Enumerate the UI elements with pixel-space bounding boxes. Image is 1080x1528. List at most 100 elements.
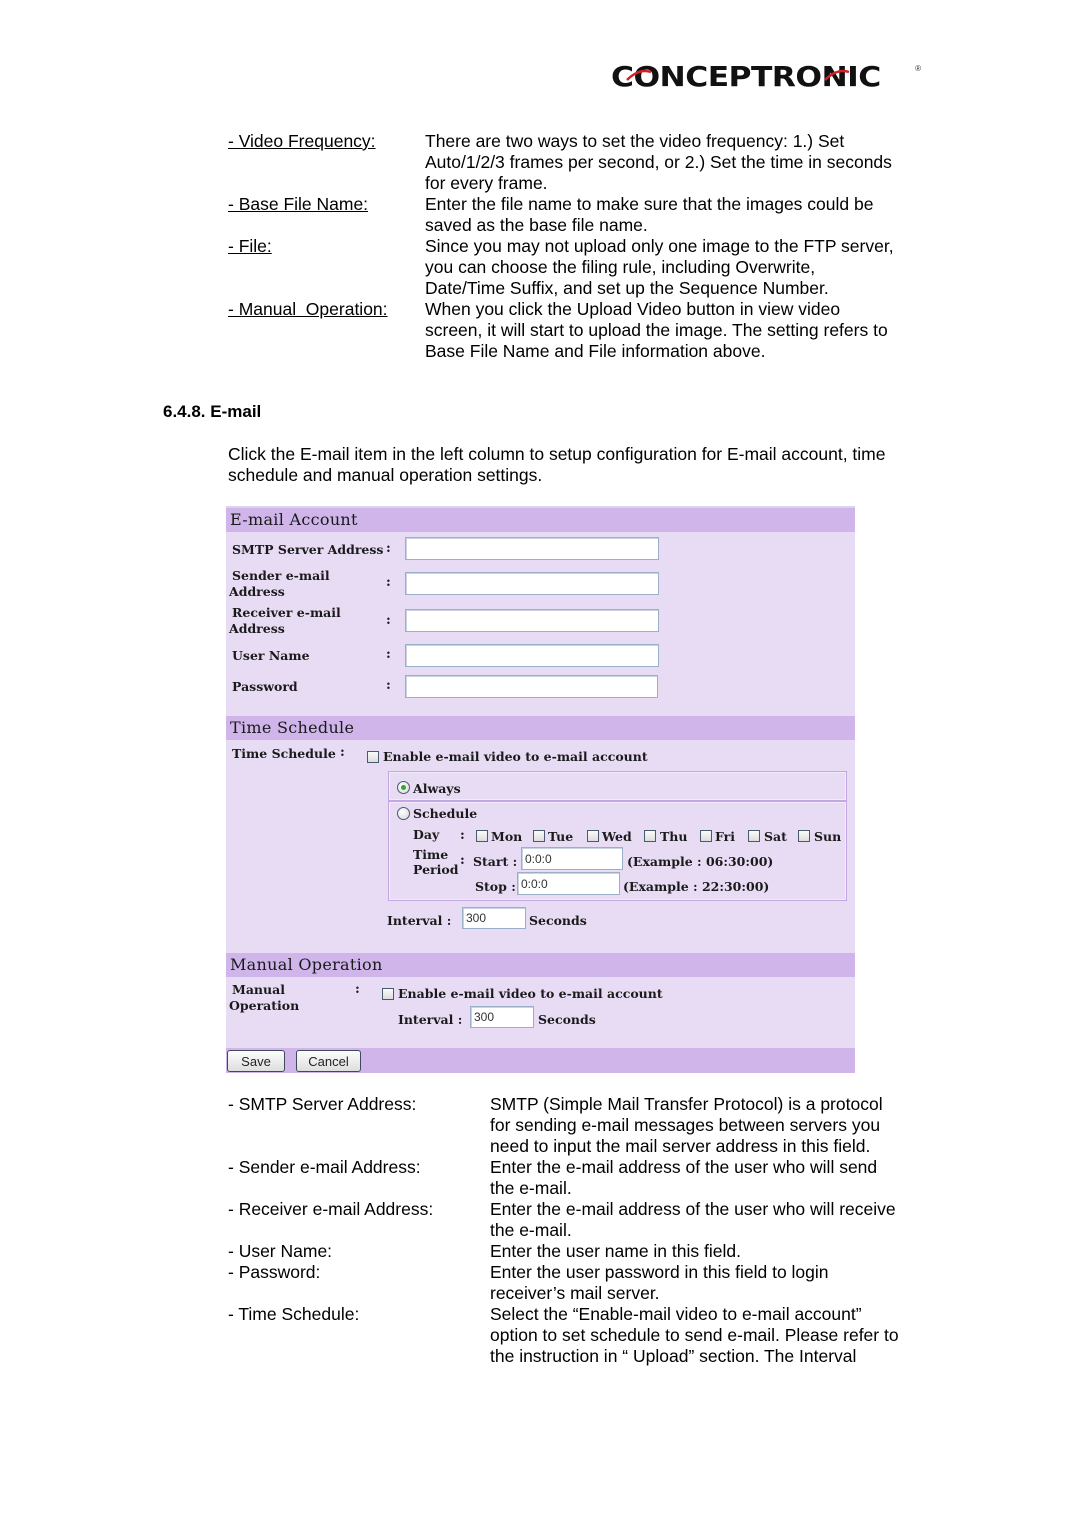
logo-swoosh-icon <box>626 69 850 81</box>
time-period-label: Time <box>413 847 449 862</box>
definition-term: - Time Schedule: <box>228 1304 360 1324</box>
enable-manual-operation-label: Enable e-mail video to e-mail account <box>398 986 663 1001</box>
desc-line: When you click the Upload Video button i… <box>425 299 841 319</box>
day-checkbox-sun[interactable] <box>798 830 810 842</box>
schedule-radio[interactable] <box>397 807 410 820</box>
desc-line: option to set schedule to send e-mail. P… <box>490 1325 899 1345</box>
receiver-email-input[interactable] <box>405 609 659 632</box>
desc-line: the instruction in “ Upload” section. Th… <box>490 1346 857 1366</box>
definition-row: - Receiver e-mail Address: Enter the e-m… <box>228 1199 928 1241</box>
day-label-sat: Sat <box>764 829 787 844</box>
always-radio[interactable] <box>397 781 410 794</box>
definition-desc: Enter the e-mail address of the user who… <box>490 1199 928 1241</box>
sender-email-input[interactable] <box>405 572 659 595</box>
user-name-label: User Name <box>232 648 310 663</box>
definition-term: - Password: <box>228 1262 321 1282</box>
desc-line: Enter the file name to make sure that th… <box>425 194 874 214</box>
enable-manual-operation-checkbox[interactable] <box>382 988 394 1000</box>
definition-row: - Time Schedule: Select the “Enable-mail… <box>228 1304 928 1367</box>
desc-line: Select the “Enable-mail video to e-mail … <box>490 1304 862 1324</box>
manual-operation-header: Manual Operation <box>226 953 855 977</box>
receiver-email-label-2: Address <box>229 621 285 636</box>
intro-line: Click the E-mail item in the left column… <box>228 444 886 464</box>
definition-row: - Password: Enter the user password in t… <box>228 1262 928 1304</box>
day-label-wed: Wed <box>602 829 632 844</box>
day-checkbox-tue[interactable] <box>533 830 545 842</box>
manual-interval-input[interactable] <box>470 1006 534 1028</box>
day-label-tue: Tue <box>548 829 574 844</box>
manual-operation-label-2: Operation <box>229 998 300 1013</box>
start-label: Start : <box>473 854 518 869</box>
interval-unit: Seconds <box>529 913 587 928</box>
colon: : <box>386 541 391 556</box>
time-schedule-interval-input[interactable] <box>462 907 526 929</box>
definition-desc: SMTP (Simple Mail Transfer Protocol) is … <box>490 1094 928 1157</box>
start-time-input[interactable] <box>521 847 623 870</box>
save-button[interactable]: Save <box>227 1050 285 1072</box>
time-schedule-header: Time Schedule <box>226 716 855 740</box>
desc-line: the e-mail. <box>490 1220 572 1240</box>
desc-line: Base File Name and File information abov… <box>425 341 766 361</box>
definition-row: - Base File Name: Enter the file name to… <box>228 194 928 236</box>
registered-mark: ® <box>915 64 921 73</box>
definition-term: - Video Frequency: <box>228 131 376 151</box>
definition-row: - SMTP Server Address: SMTP (Simple Mail… <box>228 1094 928 1157</box>
desc-line: for every frame. <box>425 173 548 193</box>
definition-desc: Since you may not upload only one image … <box>425 236 928 299</box>
user-name-input[interactable] <box>405 644 659 667</box>
desc-line: Auto/1/2/3 frames per second, or 2.) Set… <box>425 152 892 172</box>
conceptronic-logo: CONCEPTRONIC ® <box>611 60 921 94</box>
definition-term: - User Name: <box>228 1241 333 1261</box>
section-intro: Click the E-mail item in the left column… <box>228 444 928 486</box>
definition-desc: Enter the user name in this field. <box>490 1241 928 1262</box>
definition-term: - File: <box>228 236 272 256</box>
colon: : <box>355 982 360 997</box>
smtp-server-label: SMTP Server Address <box>232 542 384 557</box>
password-input[interactable] <box>405 675 658 698</box>
day-checkbox-thu[interactable] <box>644 830 656 842</box>
definition-row: - Sender e-mail Address: Enter the e-mai… <box>228 1157 928 1199</box>
colon: : <box>460 853 465 868</box>
definition-row: - User Name: Enter the user name in this… <box>228 1241 928 1262</box>
intro-line: schedule and manual operation settings. <box>228 465 543 485</box>
start-example: (Example : 06:30:00) <box>627 854 774 869</box>
definition-term: - Receiver e-mail Address: <box>228 1199 434 1219</box>
desc-line: Enter the e-mail address of the user who… <box>490 1157 878 1177</box>
definition-desc: Enter the e-mail address of the user who… <box>490 1157 928 1199</box>
manual-interval-unit: Seconds <box>538 1012 596 1027</box>
desc-line: receiver’s mail server. <box>490 1283 660 1303</box>
receiver-email-label: Receiver e-mail <box>232 605 341 620</box>
enable-time-schedule-checkbox[interactable] <box>367 751 379 763</box>
desc-line: Enter the user name in this field. <box>490 1241 741 1261</box>
day-label-fri: Fri <box>715 829 735 844</box>
desc-line: Enter the user password in this field to… <box>490 1262 829 1282</box>
colon: : <box>386 647 391 662</box>
definition-desc: Select the “Enable-mail video to e-mail … <box>490 1304 928 1367</box>
colon: : <box>340 745 345 760</box>
manual-operation-label: Manual <box>232 982 285 997</box>
smtp-server-input[interactable] <box>405 537 659 560</box>
day-checkbox-sat[interactable] <box>748 830 760 842</box>
colon: : <box>386 575 391 590</box>
desc-line: There are two ways to set the video freq… <box>425 131 845 151</box>
day-checkbox-wed[interactable] <box>587 830 599 842</box>
email-definitions: - SMTP Server Address: SMTP (Simple Mail… <box>228 1094 928 1367</box>
cancel-button[interactable]: Cancel <box>296 1050 361 1072</box>
day-label-mon: Mon <box>491 829 523 844</box>
desc-line: Since you may not upload only one image … <box>425 236 894 256</box>
day-checkbox-fri[interactable] <box>700 830 712 842</box>
day-checkbox-mon[interactable] <box>476 830 488 842</box>
stop-time-input[interactable] <box>517 872 620 895</box>
password-label: Password <box>232 679 298 694</box>
section-heading: 6.4.8. E-mail <box>163 402 262 421</box>
desc-line: need to input the mail server address in… <box>490 1136 871 1156</box>
definition-desc: Enter the user password in this field to… <box>490 1262 928 1304</box>
desc-line: SMTP (Simple Mail Transfer Protocol) is … <box>490 1094 883 1114</box>
email-settings-panel: E-mail Account SMTP Server Address : Sen… <box>226 506 855 1073</box>
day-label-sun: Sun <box>814 829 842 844</box>
always-label: Always <box>413 781 461 796</box>
sender-email-label: Sender e-mail <box>232 568 330 583</box>
colon: : <box>386 613 391 628</box>
definition-desc: When you click the Upload Video button i… <box>425 299 928 362</box>
colon: : <box>386 678 391 693</box>
